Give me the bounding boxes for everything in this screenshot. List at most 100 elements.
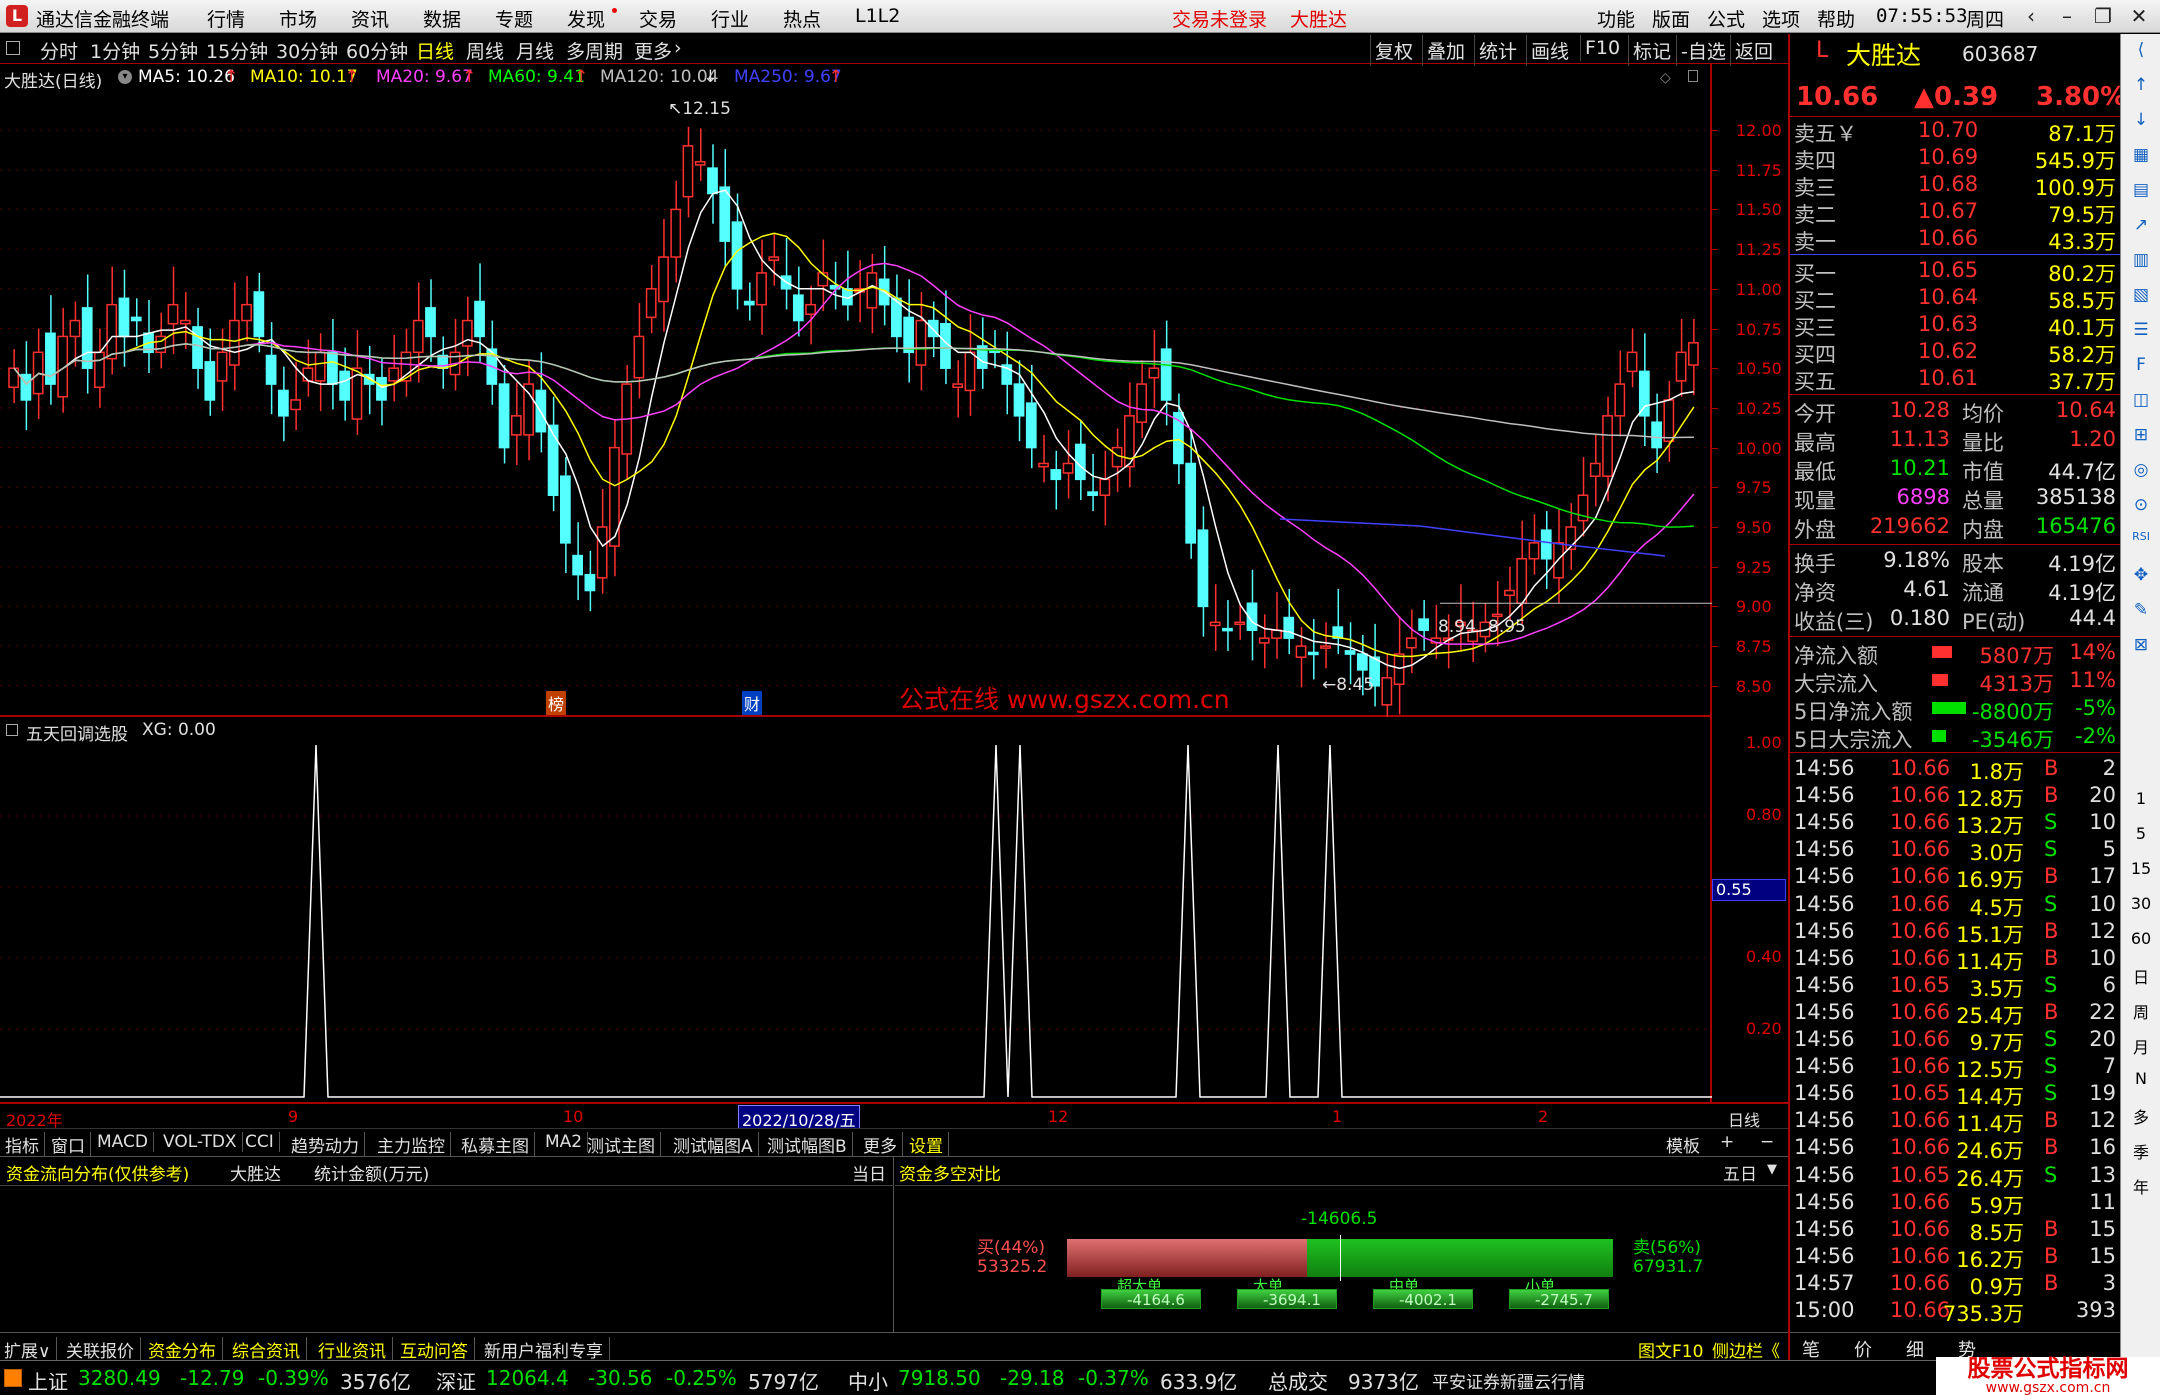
indicator-right-btn-1[interactable]: + bbox=[1720, 1132, 1734, 1152]
menu-hangye[interactable]: 行业 bbox=[711, 5, 749, 32]
menu-bangzhu[interactable]: 帮助 bbox=[1817, 5, 1855, 32]
menu-gongneng[interactable]: 功能 bbox=[1597, 5, 1635, 32]
side-tool-icon-3[interactable]: ▦ bbox=[2127, 145, 2155, 171]
indicator-tab-6[interactable]: 主力监控 bbox=[372, 1132, 451, 1157]
side-tool-icon-8[interactable]: ☰ bbox=[2127, 320, 2155, 346]
side-tool-icon-15[interactable]: ✥ bbox=[2127, 565, 2155, 591]
compare-period[interactable]: 五日 bbox=[1723, 1160, 1757, 1185]
index-name[interactable]: 中小 bbox=[848, 1366, 888, 1395]
indicator-tab-2[interactable]: MACD bbox=[92, 1132, 154, 1152]
period-tab-3[interactable]: 15分钟 bbox=[206, 37, 268, 64]
diamond-icon[interactable]: ◇ bbox=[1660, 70, 1671, 86]
indicator-toggle-icon[interactable] bbox=[6, 724, 18, 736]
menu-banmian[interactable]: 版面 bbox=[1652, 5, 1690, 32]
side-period-11[interactable]: 年 bbox=[2127, 1174, 2155, 1200]
period-tab-9[interactable]: 多周期 bbox=[566, 37, 623, 64]
menu-redian[interactable]: 热点 bbox=[783, 5, 821, 32]
side-tool-icon-6[interactable]: ▥ bbox=[2127, 250, 2155, 276]
menu-hangqing[interactable]: 行情 bbox=[207, 5, 245, 32]
indicator-tab-13[interactable]: 设置 bbox=[904, 1132, 949, 1157]
indicator-tab-5[interactable]: 趋势动力 bbox=[286, 1132, 365, 1157]
indicator-tab-8[interactable]: MA2 bbox=[540, 1132, 589, 1152]
bottom-tab-1[interactable]: 关联报价 bbox=[66, 1337, 141, 1362]
side-tool-icon-16[interactable]: ✎ bbox=[2127, 600, 2155, 626]
side-period-1[interactable]: 5 bbox=[2127, 824, 2155, 850]
panel-toggle-icon[interactable] bbox=[1688, 70, 1698, 82]
side-tool-icon-4[interactable]: ▤ bbox=[2127, 180, 2155, 206]
period-tab-7[interactable]: 周线 bbox=[466, 37, 504, 64]
side-tool-icon-12[interactable]: ◎ bbox=[2127, 460, 2155, 486]
kline-chart[interactable]: ↖12.15 ←8.45 8.94 8.95 大胜达(日线) ▾ MA5: 10.26… bbox=[0, 64, 1712, 717]
bottom-tab-5[interactable]: 互动问答 bbox=[400, 1337, 475, 1362]
indicator-right-btn-2[interactable]: − bbox=[1760, 1132, 1774, 1152]
trade-status[interactable]: 交易未登录 bbox=[1172, 5, 1267, 32]
compare-dropdown-icon[interactable]: ▼ bbox=[1767, 1162, 1777, 1177]
menu-shuju[interactable]: 数据 bbox=[423, 5, 461, 32]
side-period-8[interactable]: N bbox=[2127, 1069, 2155, 1095]
side-tool-icon-1[interactable]: ↑ bbox=[2127, 75, 2155, 101]
menu-zixun[interactable]: 资讯 bbox=[351, 5, 389, 32]
minimize-icon[interactable]: – bbox=[2048, 2, 2086, 30]
side-period-2[interactable]: 15 bbox=[2127, 859, 2155, 885]
menu-gongshi[interactable]: 公式 bbox=[1707, 5, 1745, 32]
bottom-tab-2[interactable]: 资金分布 bbox=[148, 1337, 223, 1362]
toolbar-btn-0[interactable]: 复权 bbox=[1370, 35, 1417, 66]
bottom-tab-4[interactable]: 行业资讯 bbox=[318, 1337, 393, 1362]
indicator-tab-7[interactable]: 私募主图 bbox=[456, 1132, 535, 1157]
indicator-tab-12[interactable]: 更多 bbox=[858, 1132, 903, 1157]
indicator-right-btn-0[interactable]: 模板 bbox=[1666, 1132, 1700, 1157]
index-name[interactable]: 上证 bbox=[28, 1366, 68, 1395]
indicator-tab-11[interactable]: 测试幅图B bbox=[762, 1132, 853, 1157]
toolbar-btn-6[interactable]: -自选 bbox=[1676, 35, 1730, 66]
period-tab-5[interactable]: 60分钟 bbox=[346, 37, 408, 64]
side-tool-icon-9[interactable]: F bbox=[2127, 355, 2155, 381]
menu-faxian[interactable]: 发现 bbox=[567, 5, 605, 32]
menu-shichang[interactable]: 市场 bbox=[279, 5, 317, 32]
side-tool-icon-0[interactable]: ⟨ bbox=[2127, 40, 2155, 66]
more-chevron-icon[interactable]: › bbox=[674, 37, 682, 59]
menu-jiaoyi[interactable]: 交易 bbox=[639, 5, 677, 32]
quote-tab-0[interactable]: 笔 bbox=[1802, 1336, 1820, 1362]
side-tool-icon-11[interactable]: ⊞ bbox=[2127, 425, 2155, 451]
quote-tab-2[interactable]: 细 bbox=[1906, 1336, 1924, 1362]
quote-tab-1[interactable]: 价 bbox=[1854, 1336, 1872, 1362]
side-period-3[interactable]: 30 bbox=[2127, 894, 2155, 920]
menu-xuanxiang[interactable]: 选项 bbox=[1762, 5, 1800, 32]
toolbar-btn-4[interactable]: F10 bbox=[1580, 35, 1624, 61]
side-tool-icon-13[interactable]: ⊙ bbox=[2127, 495, 2155, 521]
side-tool-icon-10[interactable]: ◫ bbox=[2127, 390, 2155, 416]
period-tab-2[interactable]: 5分钟 bbox=[148, 37, 198, 64]
toolbar-btn-3[interactable]: 画线 bbox=[1526, 35, 1573, 66]
indicator-tab-10[interactable]: 测试幅图A bbox=[668, 1132, 759, 1157]
side-period-9[interactable]: 多 bbox=[2127, 1104, 2155, 1130]
side-period-0[interactable]: 1 bbox=[2127, 789, 2155, 815]
side-tool-icon-7[interactable]: ▧ bbox=[2127, 285, 2155, 311]
indicator-chart[interactable]: 五天回调选股 XG: 0.00 bbox=[0, 717, 1712, 1102]
bottom-tab-6[interactable]: 新用户福利专享 bbox=[484, 1337, 610, 1362]
side-period-6[interactable]: 周 bbox=[2127, 999, 2155, 1025]
f10-button[interactable]: 图文F10 bbox=[1638, 1337, 1703, 1362]
bottom-tab-0[interactable]: 扩展∨ bbox=[4, 1337, 58, 1362]
period-tab-1[interactable]: 1分钟 bbox=[90, 37, 140, 64]
side-tool-icon-14[interactable]: RSI bbox=[2127, 530, 2155, 556]
layout-toggle-icon[interactable] bbox=[6, 41, 20, 55]
period-tab-0[interactable]: 分时 bbox=[40, 37, 78, 64]
indicator-tab-0[interactable]: 指标 bbox=[0, 1132, 45, 1157]
index-name[interactable]: 深证 bbox=[436, 1366, 476, 1395]
side-period-7[interactable]: 月 bbox=[2127, 1034, 2155, 1060]
toolbar-btn-5[interactable]: 标记 bbox=[1628, 35, 1675, 66]
period-tab-4[interactable]: 30分钟 bbox=[276, 37, 338, 64]
restore-icon[interactable]: ❐ bbox=[2084, 2, 2122, 30]
side-tool-icon-5[interactable]: ↗ bbox=[2127, 215, 2155, 241]
side-period-10[interactable]: 季 bbox=[2127, 1139, 2155, 1165]
period-tab-6[interactable]: 日线 bbox=[416, 37, 454, 64]
side-tool-icon-2[interactable]: ↓ bbox=[2127, 110, 2155, 136]
menu-l1l2[interactable]: L1L2 bbox=[855, 5, 900, 27]
toolbar-btn-2[interactable]: 统计 bbox=[1474, 35, 1521, 66]
back-arrow-icon[interactable]: ‹ bbox=[2012, 2, 2050, 30]
period-tab-10[interactable]: 更多 bbox=[634, 37, 672, 64]
bottom-tab-3[interactable]: 综合资讯 bbox=[232, 1337, 307, 1362]
settings-icon[interactable]: ▾ bbox=[118, 70, 132, 84]
indicator-tab-9[interactable]: 测试主图 bbox=[582, 1132, 661, 1157]
menu-zhuanti[interactable]: 专题 bbox=[495, 5, 533, 32]
